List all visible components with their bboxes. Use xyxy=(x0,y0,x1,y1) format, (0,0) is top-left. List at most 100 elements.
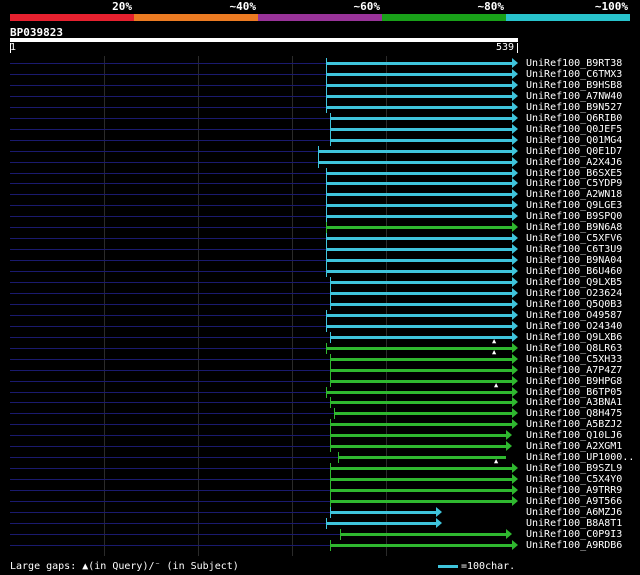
hit-label[interactable]: UniRef100_Q01MG4 xyxy=(526,135,622,146)
hit-bar[interactable] xyxy=(330,357,512,361)
hit-row[interactable]: UniRef100_B9N6A8 xyxy=(0,222,640,234)
hit-label[interactable]: UniRef100_A2XGM1 xyxy=(526,441,622,452)
hit-row[interactable]: UniRef100_Q9LXB6 xyxy=(0,331,640,343)
hit-bar[interactable] xyxy=(326,270,512,274)
hit-bar[interactable] xyxy=(330,489,512,493)
hit-row[interactable]: UniRef100_Q5Q0B3 xyxy=(0,298,640,310)
hit-row[interactable]: ▲ UniRef100_B6TP05 xyxy=(0,381,640,398)
hit-bar[interactable] xyxy=(330,335,512,339)
hit-label[interactable]: UniRef100_O24340 xyxy=(526,321,622,332)
hit-label[interactable]: UniRef100_B9N6A8 xyxy=(526,222,622,233)
hit-label[interactable]: UniRef100_Q0JEF5 xyxy=(526,124,622,135)
hit-row[interactable]: UniRef100_A9TRR9 xyxy=(0,485,640,497)
hit-row[interactable]: UniRef100_Q0JEF5 xyxy=(0,123,640,135)
hit-row[interactable]: UniRef100_B9N527 xyxy=(0,101,640,113)
hit-bar[interactable] xyxy=(330,423,512,427)
hit-bar[interactable] xyxy=(326,346,512,350)
hit-label[interactable]: UniRef100_A9TRR9 xyxy=(526,485,622,496)
hit-row[interactable]: UniRef100_Q6RIB0 xyxy=(0,112,640,124)
hit-bar[interactable] xyxy=(330,434,506,438)
hit-row[interactable]: UniRef100_B9HSB8 xyxy=(0,79,640,91)
hit-label[interactable]: UniRef100_C6TMX3 xyxy=(526,69,622,80)
hit-row[interactable]: UniRef100_B9NA04 xyxy=(0,255,640,267)
hit-bar[interactable] xyxy=(326,83,512,87)
hit-bar[interactable] xyxy=(338,456,506,460)
hit-bar[interactable] xyxy=(326,313,512,317)
hit-bar[interactable] xyxy=(340,532,506,536)
hit-bar[interactable] xyxy=(326,215,512,219)
hit-bar[interactable] xyxy=(326,259,512,263)
hit-bar[interactable] xyxy=(326,390,512,394)
hit-bar[interactable] xyxy=(326,237,512,241)
hit-label[interactable]: UniRef100_Q5Q0B3 xyxy=(526,299,622,310)
hit-bar[interactable] xyxy=(330,510,436,514)
hit-row[interactable]: UniRef100_A2WN18 xyxy=(0,189,640,201)
hit-row[interactable]: UniRef100_C6TMX3 xyxy=(0,68,640,80)
hit-bar[interactable] xyxy=(330,291,512,295)
hit-bar[interactable] xyxy=(326,193,512,197)
hit-bar[interactable] xyxy=(330,379,512,383)
hit-row[interactable]: UniRef100_C6T3U9 xyxy=(0,244,640,256)
hit-row[interactable]: ▲ UniRef100_C5XH33 xyxy=(0,348,640,365)
hit-row[interactable]: UniRef100_C5XFV6 xyxy=(0,233,640,245)
hit-label[interactable]: UniRef100_C6T3U9 xyxy=(526,244,622,255)
hit-row[interactable]: UniRef100_B6U460 xyxy=(0,266,640,278)
hit-label[interactable]: UniRef100_B6U460 xyxy=(526,266,622,277)
hit-row[interactable]: UniRef100_A5BZJ2 xyxy=(0,419,640,431)
hit-bar[interactable] xyxy=(330,445,506,449)
hit-bar[interactable] xyxy=(330,467,512,471)
hit-bar[interactable] xyxy=(330,478,512,482)
hit-bar[interactable] xyxy=(330,302,512,306)
hit-bar[interactable] xyxy=(326,182,512,186)
hit-row[interactable]: ▲ UniRef100_Q8LR63 xyxy=(0,337,640,354)
hit-label[interactable]: UniRef100_A2X4J6 xyxy=(526,157,622,168)
hit-bar[interactable] xyxy=(326,226,512,230)
hit-label[interactable]: UniRef100_B9HPG8 xyxy=(526,376,622,387)
hit-bar[interactable] xyxy=(330,127,512,131)
hit-label[interactable]: UniRef100_A9RDB6 xyxy=(526,540,622,551)
hit-row[interactable]: UniRef100_C5YDP9 xyxy=(0,178,640,190)
hit-label[interactable]: UniRef100_B9HSB8 xyxy=(526,80,622,91)
hit-bar[interactable] xyxy=(330,500,512,503)
hit-label[interactable]: UniRef100_Q9LXB5 xyxy=(526,277,622,288)
hit-label[interactable]: UniRef100_Q6RIB0 xyxy=(526,113,622,124)
hit-label[interactable]: UniRef100_Q9LGE3 xyxy=(526,200,622,211)
hit-label[interactable]: UniRef100_A2WN18 xyxy=(526,189,622,200)
hit-label[interactable]: UniRef100_C5XH33 xyxy=(526,354,622,365)
hit-row[interactable]: UniRef100_C5X4Y0 xyxy=(0,474,640,486)
hit-bar[interactable] xyxy=(326,171,512,175)
hit-bar[interactable] xyxy=(326,62,512,65)
hit-label[interactable]: UniRef100_B6TP05 xyxy=(526,387,622,398)
hit-label[interactable]: UniRef100_C5YDP9 xyxy=(526,178,622,189)
hit-label[interactable]: UniRef100_Q10LJ6 xyxy=(526,430,622,441)
hit-label[interactable]: UniRef100_C5X4Y0 xyxy=(526,474,622,485)
hit-bar[interactable] xyxy=(330,543,512,547)
hit-row[interactable]: ▲ UniRef100_B9SZL9 xyxy=(0,458,640,475)
hit-label[interactable]: UniRef100_Q9LXB6 xyxy=(526,332,622,343)
hit-row[interactable]: UniRef100_UP1000.. xyxy=(0,452,640,464)
hit-bar[interactable] xyxy=(326,521,436,525)
hit-row[interactable]: UniRef100_Q01MG4 xyxy=(0,134,640,146)
hit-row[interactable]: UniRef100_A7P4Z7 xyxy=(0,364,640,376)
hit-label[interactable]: UniRef100_B8A8T1 xyxy=(526,518,622,529)
hit-label[interactable]: UniRef100_A7P4Z7 xyxy=(526,365,622,376)
hit-label[interactable]: UniRef100_B6SXE5 xyxy=(526,168,622,179)
hit-row[interactable]: UniRef100_B9RT38 xyxy=(0,58,640,69)
hit-label[interactable]: UniRef100_C5XFV6 xyxy=(526,233,622,244)
hit-label[interactable]: UniRef100_O49587 xyxy=(526,310,622,321)
hit-row[interactable]: UniRef100_O23624 xyxy=(0,287,640,299)
hit-label[interactable]: UniRef100_UP1000.. xyxy=(526,452,634,463)
hit-label[interactable]: UniRef100_A3BNA1 xyxy=(526,397,622,408)
hit-bar[interactable] xyxy=(330,368,512,372)
hit-row[interactable]: UniRef100_A9T566 xyxy=(0,496,640,507)
hit-label[interactable]: UniRef100_B9SZL9 xyxy=(526,463,622,474)
hit-bar[interactable] xyxy=(326,94,512,98)
hit-bar[interactable] xyxy=(326,324,512,328)
hit-row[interactable]: UniRef100_C0P9I3 xyxy=(0,528,640,540)
hit-row[interactable]: UniRef100_Q10LJ6 xyxy=(0,430,640,442)
hit-row[interactable]: UniRef100_A2X4J6 xyxy=(0,156,640,168)
hit-row[interactable]: UniRef100_O49587 xyxy=(0,309,640,321)
hit-row[interactable]: UniRef100_O24340 xyxy=(0,320,640,332)
hit-label[interactable]: UniRef100_O23624 xyxy=(526,288,622,299)
hit-row[interactable]: UniRef100_B9SPQ0 xyxy=(0,211,640,223)
